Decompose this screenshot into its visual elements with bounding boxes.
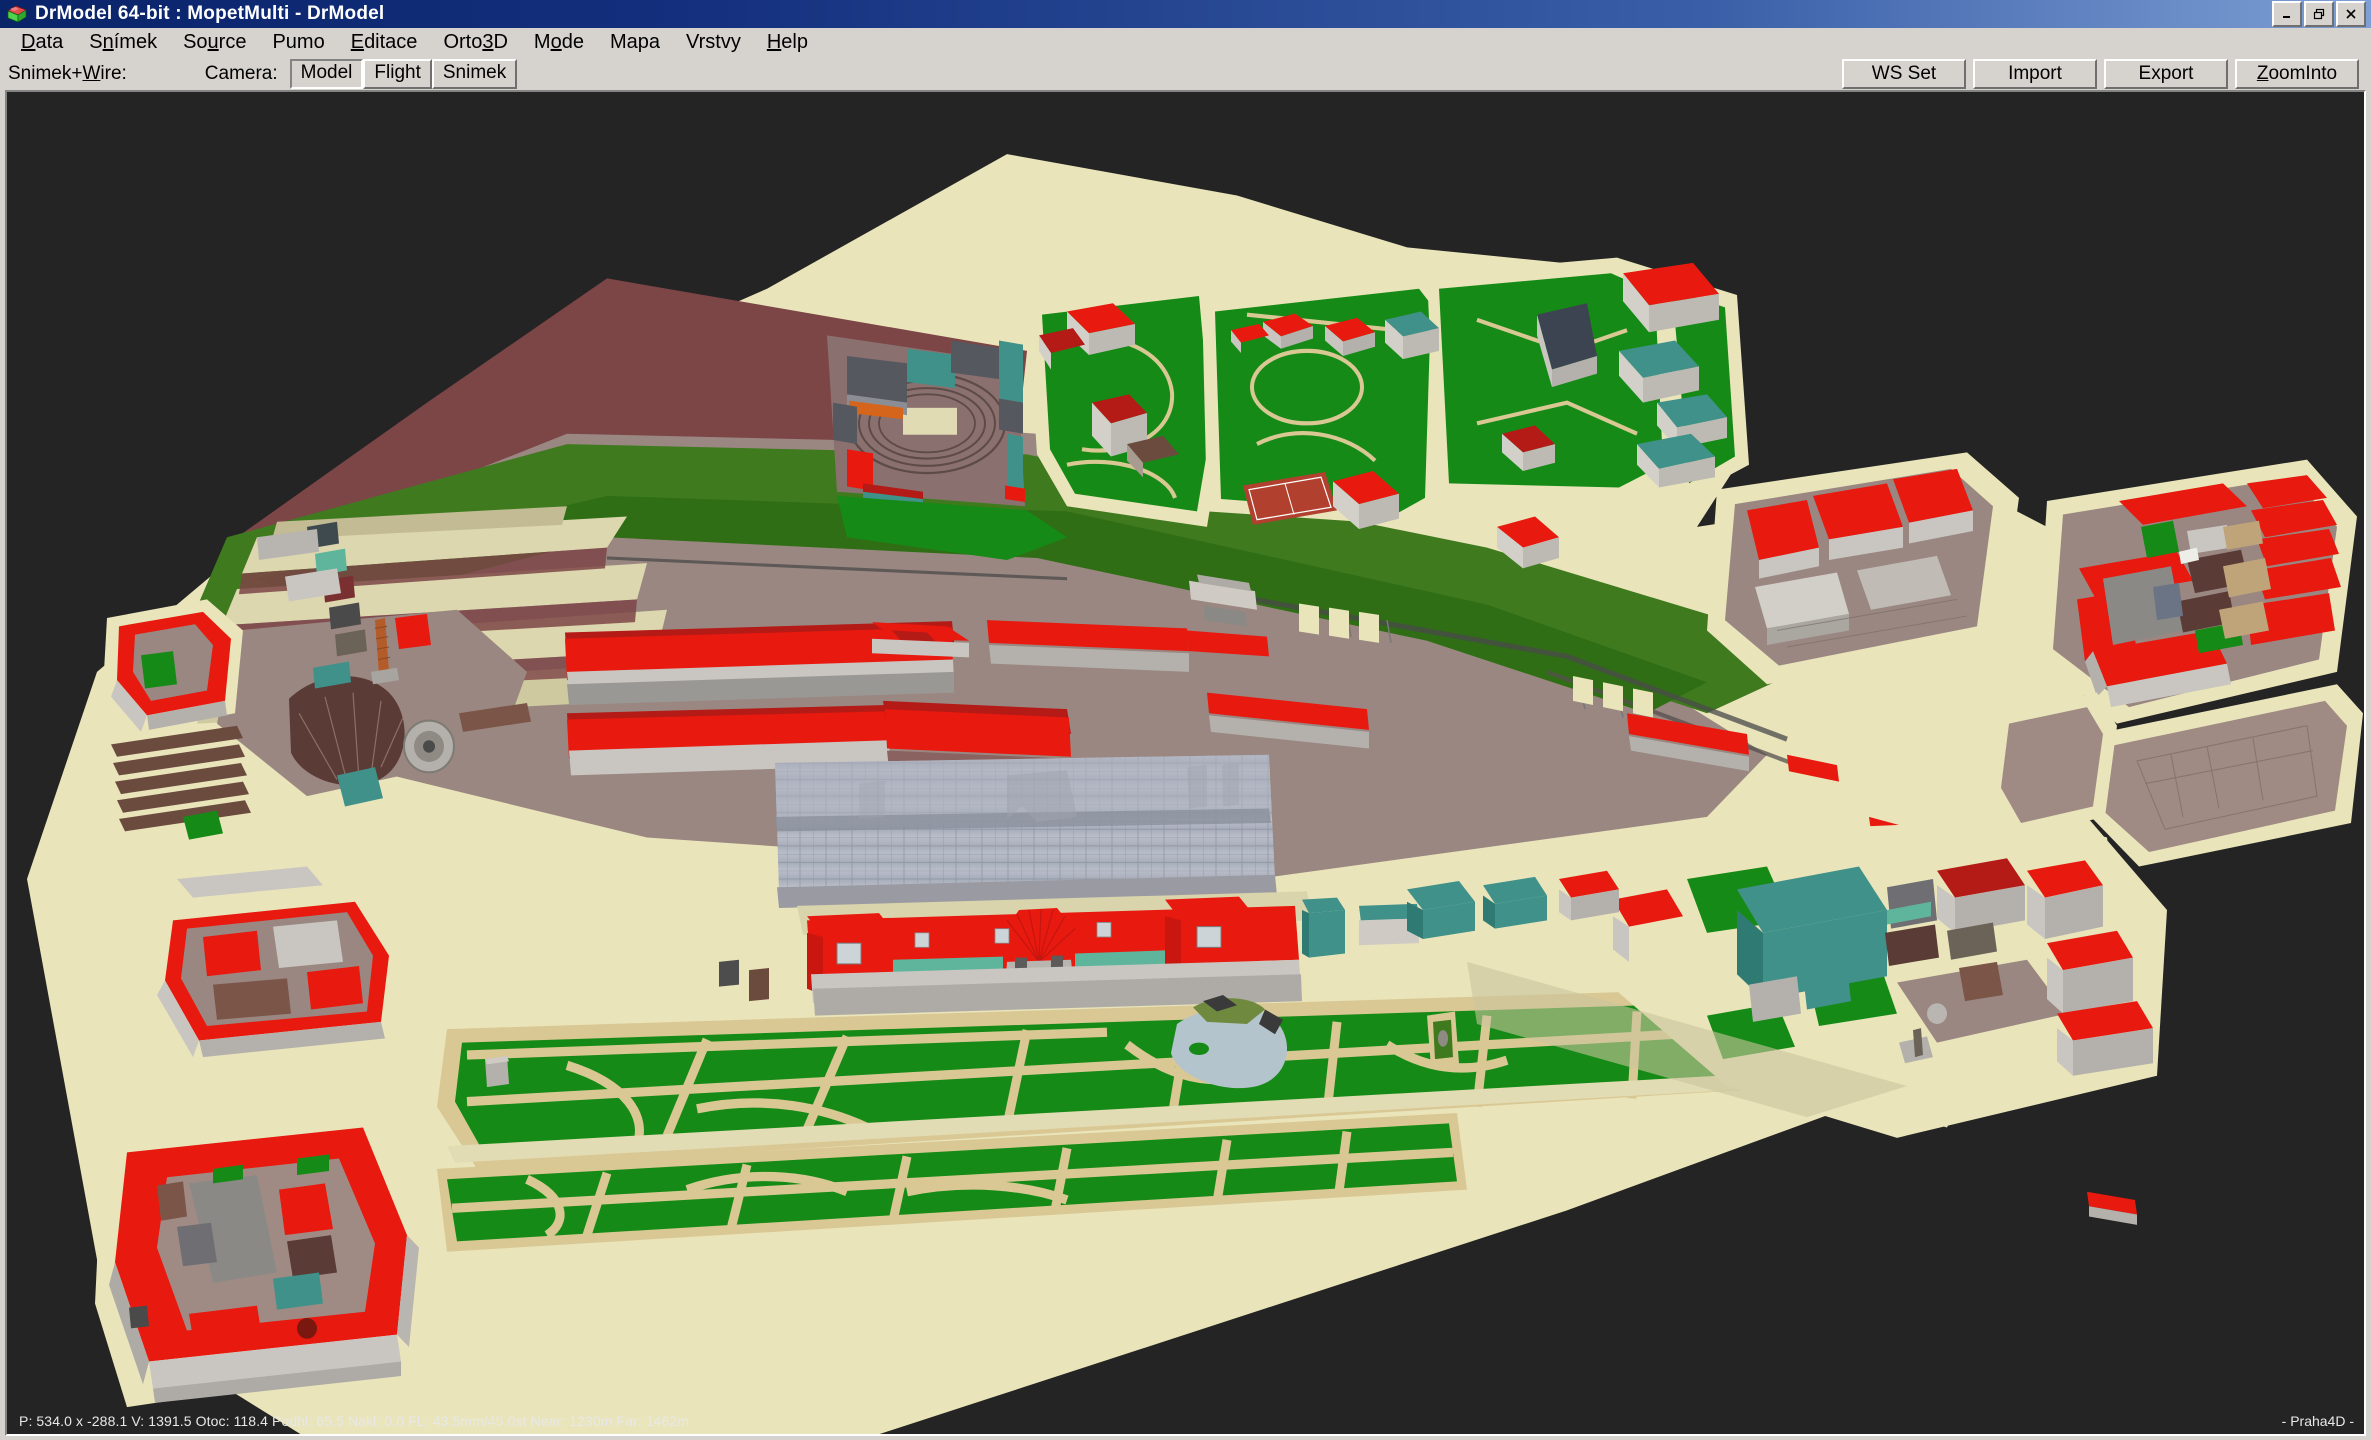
left-edge-buildings [103, 599, 243, 732]
camera-label: Camera: [204, 63, 278, 84]
roundhouse-depot [827, 335, 1025, 509]
park-monument [1427, 1011, 1459, 1068]
mode-label: Snimek+Wire: [8, 63, 127, 84]
title-bar[interactable]: DrModel 64-bit : MopetMulti - DrModel [0, 0, 2371, 28]
park-kiosk [485, 1056, 509, 1088]
export-button[interactable]: Export [2104, 59, 2228, 89]
toolbar-right-group: WS Set Import Export ZoomInto [1842, 59, 2365, 89]
ws-set-button[interactable]: WS Set [1842, 59, 1966, 89]
tool-bar: Snimek+Wire: Camera: Model Flight Snimek… [0, 58, 2371, 90]
bottom-left-building-block [95, 1108, 427, 1408]
app-cube-icon [6, 4, 28, 24]
menu-item-source[interactable]: Source [170, 30, 259, 56]
detached-tile-right-4 [1989, 692, 2117, 838]
menu-item-orto3d[interactable]: Orto3D [430, 30, 520, 56]
camera-button-snimek[interactable]: Snimek [431, 59, 518, 89]
menu-item-editace[interactable]: Editace [338, 30, 431, 56]
camera-button-group: Model Flight Snimek [289, 59, 518, 89]
camera-button-model[interactable]: Model [289, 59, 364, 89]
3d-model-viewport[interactable] [7, 92, 2364, 1434]
window-controls [2272, 1, 2369, 27]
menu-item-mode[interactable]: Mode [521, 30, 597, 56]
application-window: DrModel 64-bit : MopetMulti - DrModel Da… [0, 0, 2371, 1440]
window-title: DrModel 64-bit : MopetMulti - DrModel [35, 3, 385, 24]
viewport-frame[interactable]: P: 534.0 x -288.1 V: 1391.5 Otoc: 118.4 … [5, 90, 2366, 1436]
camera-button-flight[interactable]: Flight [363, 59, 432, 89]
menu-item-mapa[interactable]: Mapa [597, 30, 673, 56]
maximize-icon[interactable] [2304, 1, 2334, 27]
menu-item-data[interactable]: Data [8, 30, 76, 56]
menu-bar: Data Snímek Source Pumo Editace Orto3D M… [0, 28, 2371, 58]
station-train-hall [775, 754, 1277, 908]
menu-item-help[interactable]: Help [754, 30, 821, 56]
menu-item-snimek[interactable]: Snímek [76, 30, 170, 56]
close-icon[interactable] [2336, 1, 2366, 27]
import-button[interactable]: Import [1973, 59, 2097, 89]
zoom-into-button[interactable]: ZoomInto [2235, 59, 2359, 89]
minimize-icon[interactable] [2272, 1, 2302, 27]
3d-city-model [7, 92, 2364, 1434]
menu-item-vrstvy[interactable]: Vrstvy [673, 30, 754, 56]
menu-item-pumo[interactable]: Pumo [259, 30, 337, 56]
